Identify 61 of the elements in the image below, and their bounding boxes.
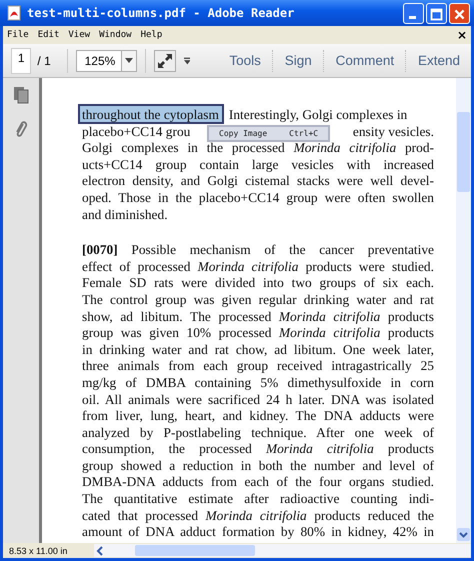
text-line: group was given 10% processed Morinda citrifolia products	[82, 325, 434, 342]
copy-image-menu-item[interactable]: Copy Image	[219, 129, 268, 138]
caret-icon	[125, 58, 134, 63]
text-line: mg/kg of DMBA containing 5% dimethysulfoxide in corn	[82, 374, 434, 392]
customize-toolbar-icon[interactable]	[184, 56, 190, 64]
toolbar-tab[interactable]: Extend	[407, 53, 471, 68]
page-size-label: 8.53 x 11.00 in	[8, 546, 68, 556]
diagonal-arrows-icon	[156, 52, 173, 68]
text-line: [0070] Possible mechanism of the cancer preventative	[82, 242, 434, 259]
close-button[interactable]	[449, 2, 470, 24]
text-line: ucts+CC14 group contain large vesicles with increased	[82, 156, 434, 174]
text-line: show, ad libitum. The processed Morinda citrifolia products	[82, 308, 434, 326]
text-line: oped. Those in the placebo+CC14 group were often swollen	[82, 190, 434, 207]
text-line: electron density, and Golgi cistemal stacks were well devel-	[82, 173, 434, 190]
text-line: group showed a reduction in both the number and level of	[82, 458, 434, 474]
close-document-button[interactable]: ×	[456, 28, 467, 42]
page-count: / 1	[37, 54, 51, 68]
toolbar-tab[interactable]: Sign	[274, 53, 323, 68]
menu-item[interactable]: Edit	[38, 30, 60, 40]
text-line: The quantitative estimate after radioactive counting indi-	[82, 491, 434, 508]
text-line: analyzed by P-postlabeling technique. After one week of	[82, 424, 434, 442]
paperclip-icon[interactable]	[14, 120, 28, 140]
pdf-file-icon	[6, 5, 22, 21]
toolbar-tab[interactable]: Tools	[218, 53, 272, 68]
text-line: DMBA-DNA adducts from each of the four organs studied.	[82, 474, 434, 492]
text-line: effect of processed Morinda citrifolia products were studied.	[82, 258, 434, 276]
menu-item[interactable]: View	[68, 30, 90, 40]
fit-window-button[interactable]	[154, 50, 176, 72]
scrollbar-thumb[interactable]	[457, 112, 470, 192]
zoom-dropdown-button[interactable]	[121, 50, 137, 72]
text-line: and diminished.	[82, 206, 169, 224]
text-line: cated that processed Morinda citrifolia products reduced the	[82, 508, 434, 524]
menu-item[interactable]: Window	[99, 30, 132, 40]
minimize-button[interactable]	[403, 2, 424, 24]
text-line: ensity vesicles.	[352, 124, 434, 140]
text-line: The control group was given regular drinking water and rat	[82, 292, 434, 309]
text-line: Interestingly, Golgi complexes in	[228, 107, 408, 124]
page-number-field[interactable]: 1	[11, 48, 32, 74]
menu-item[interactable]: Help	[140, 30, 162, 40]
selected-text[interactable]: throughout the cytoplasm	[78, 104, 224, 124]
pages-icon[interactable]	[13, 86, 29, 104]
text-line: consumption, the processed Morinda citrifolia products	[82, 441, 434, 458]
vertical-scrollbar[interactable]	[456, 78, 471, 543]
scroll-down-icon[interactable]	[457, 528, 470, 541]
text-line: oil. All animals were sacrificed 24 h later. DNA was isolated	[82, 392, 434, 408]
menu-item[interactable]: File	[7, 30, 29, 40]
toolbar-tab[interactable]: Comment	[324, 53, 406, 68]
window-title: test-multi-columns.pdf - Adobe Reader	[27, 6, 296, 20]
scrollbar-thumb[interactable]	[135, 545, 255, 556]
maximize-button[interactable]	[426, 2, 447, 24]
text-line: three animals from each group received intragastrically 25	[82, 358, 434, 375]
zoom-field[interactable]: 125%	[76, 50, 122, 72]
text-line: Golgi complexes in the processed Morinda citrifolia prod-	[82, 140, 434, 157]
text-line: placebo+CC14 grou	[82, 124, 190, 140]
shortcut-label: Ctrl+C	[289, 129, 318, 138]
text-line: amount of DNA adduct formation by 80% in kidney, 42% in	[82, 524, 434, 541]
horizontal-scrollbar[interactable]	[94, 544, 471, 557]
text-line: from liver, lung, heart, and kidney. The DNA adducts were	[82, 408, 434, 425]
text-line: in drinking water and rat chow, ad libitum. One week later,	[82, 342, 434, 358]
minimize-icon	[409, 16, 416, 18]
text-line: Female SD rats were divided into two groups of six each.	[82, 275, 434, 292]
